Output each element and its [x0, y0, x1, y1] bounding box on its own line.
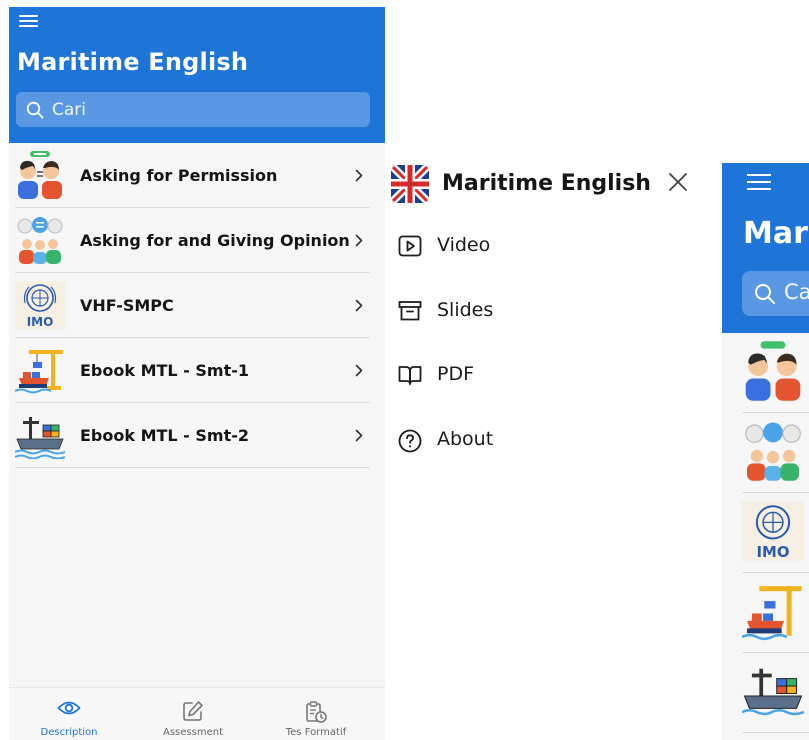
permission-people-icon [18, 151, 62, 199]
nav-label: Tes Formatif [285, 727, 347, 738]
list-item[interactable]: IMO VHF-SMPC [9, 273, 385, 338]
drawer-item-slides[interactable]: Slides [386, 287, 686, 335]
list-item[interactable]: IMO [722, 493, 809, 573]
navigation-drawer: Maritime English Video Slides PDF About [386, 150, 706, 470]
list-item-label: Ebook MTL - Smt-1 [80, 361, 250, 380]
list-item[interactable]: Ebook MTL - Smt-2 [9, 403, 385, 468]
opinion-people-icon [17, 217, 63, 264]
drawer-title: Maritime English [442, 171, 651, 196]
edit-icon [183, 701, 203, 721]
chevron-right-icon [355, 234, 363, 247]
svg-text:IMO: IMO [27, 315, 54, 329]
chevron-right-icon [355, 429, 363, 442]
nav-assessment[interactable]: Assessment [133, 688, 253, 740]
imo-logo-icon: IMO [742, 501, 804, 561]
list-item[interactable]: Asking for Permission [9, 143, 385, 208]
main-screen-zoomed: Marit Ca [722, 163, 809, 740]
list-item-label: VHF-SMPC [80, 296, 174, 315]
play-icon [398, 235, 422, 257]
topic-list: Asking for Permission Asking for and Giv… [9, 143, 385, 468]
search-input[interactable] [52, 99, 352, 120]
chevron-right-icon [355, 299, 363, 312]
eye-icon [57, 701, 81, 715]
list-item-label: Ebook MTL - Smt-2 [80, 426, 250, 445]
search-bar[interactable]: Ca [742, 271, 809, 316]
divider [15, 467, 370, 468]
app-header: Maritime English [9, 7, 385, 143]
drawer-item-label: Slides [437, 299, 494, 321]
crane-ship-icon [15, 350, 63, 394]
drawer-item-video[interactable]: Video [386, 222, 686, 270]
list-item[interactable]: Asking for and Giving Opinion [9, 208, 385, 273]
nav-description[interactable]: Description [9, 688, 129, 740]
help-circle-icon [398, 429, 422, 453]
permission-people-icon [745, 341, 801, 401]
app-title: Maritime English [17, 48, 249, 76]
list-item[interactable]: Ebook MTL - Smt-1 [9, 338, 385, 403]
menu-icon[interactable] [747, 173, 773, 191]
search-icon [26, 101, 44, 118]
nav-tes-formatif[interactable]: Tes Formatif [256, 688, 376, 740]
chevron-right-icon [355, 169, 363, 182]
app-header: Marit Ca [722, 163, 809, 333]
main-screen: Maritime English Asking [9, 7, 385, 740]
list-item-label: Asking for and Giving Opinion [80, 231, 350, 250]
search-bar[interactable] [16, 92, 370, 127]
list-item[interactable] [722, 413, 809, 493]
drawer-item-about[interactable]: About [386, 416, 686, 464]
port-ship-icon [742, 668, 804, 716]
bottom-navigation: Description Assessment Tes Formatif [9, 687, 385, 740]
drawer-item-label: Video [437, 234, 491, 256]
chevron-right-icon [355, 364, 363, 377]
book-icon [398, 366, 422, 385]
drawer-item-pdf[interactable]: PDF [386, 351, 686, 399]
port-ship-icon [15, 417, 65, 459]
drawer-item-label: About [437, 428, 494, 450]
crane-ship-icon [742, 586, 802, 641]
list-item[interactable] [722, 573, 809, 653]
opinion-people-icon [745, 422, 801, 481]
list-item[interactable] [722, 653, 809, 733]
search-icon [755, 284, 775, 304]
nav-label: Description [40, 727, 98, 738]
drawer-item-label: PDF [437, 363, 475, 385]
menu-icon[interactable] [19, 14, 39, 28]
list-item-label: Asking for Permission [80, 166, 278, 185]
clipboard-clock-icon [306, 701, 327, 723]
nav-label: Assessment [163, 727, 223, 738]
close-icon[interactable] [668, 172, 688, 192]
search-placeholder: Ca [784, 280, 809, 304]
imo-logo-icon: IMO [15, 281, 65, 329]
uk-flag-icon [391, 165, 429, 203]
app-title: Marit [743, 216, 809, 251]
divider [742, 732, 809, 733]
list-item[interactable] [722, 333, 809, 413]
drawer-header: Maritime English [386, 162, 706, 206]
svg-text:IMO: IMO [757, 543, 790, 561]
archive-icon [398, 301, 422, 321]
